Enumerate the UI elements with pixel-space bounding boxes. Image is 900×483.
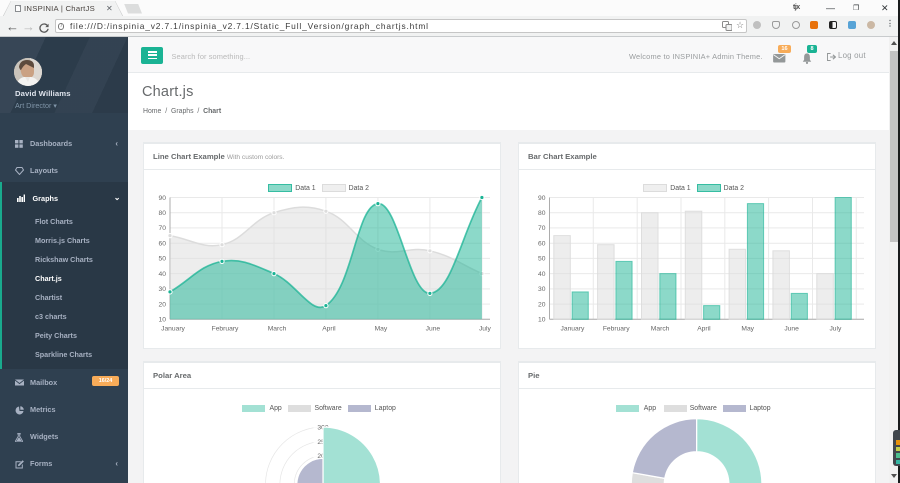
svg-text:May: May: [375, 326, 388, 333]
svg-text:July: July: [829, 326, 842, 333]
svg-text:March: March: [268, 326, 287, 333]
svg-text:50: 50: [159, 256, 167, 263]
svg-text:April: April: [322, 326, 336, 333]
svg-text:60: 60: [159, 241, 167, 248]
svg-text:March: March: [651, 326, 670, 333]
svg-text:January: January: [161, 326, 185, 333]
svg-text:January: January: [561, 326, 585, 333]
svg-text:July: July: [479, 326, 492, 333]
svg-text:90: 90: [159, 195, 167, 202]
svg-text:40: 40: [538, 271, 546, 278]
svg-text:30: 30: [159, 286, 167, 293]
svg-text:April: April: [697, 326, 711, 333]
svg-text:10: 10: [159, 317, 167, 324]
svg-text:February: February: [212, 326, 239, 333]
svg-text:20: 20: [159, 301, 167, 308]
svg-text:60: 60: [538, 241, 546, 248]
svg-text:February: February: [603, 326, 630, 333]
svg-text:50: 50: [538, 256, 546, 263]
svg-text:80: 80: [538, 210, 546, 217]
svg-text:90: 90: [538, 195, 546, 202]
svg-text:30: 30: [538, 286, 546, 293]
svg-text:June: June: [426, 326, 441, 333]
svg-text:40: 40: [159, 271, 167, 278]
svg-text:20: 20: [538, 301, 546, 308]
svg-text:May: May: [741, 326, 754, 333]
svg-text:10: 10: [538, 317, 546, 324]
svg-text:80: 80: [159, 210, 167, 217]
svg-text:70: 70: [538, 225, 546, 232]
svg-text:70: 70: [159, 225, 167, 232]
svg-text:June: June: [784, 326, 799, 333]
